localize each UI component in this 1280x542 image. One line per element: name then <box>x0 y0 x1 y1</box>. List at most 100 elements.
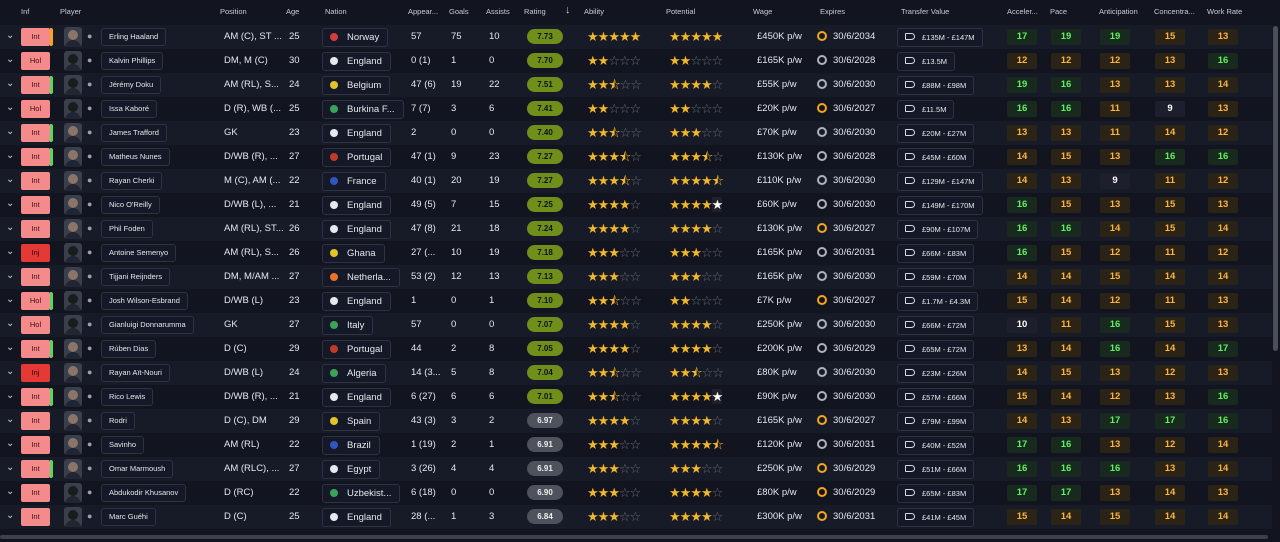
info-badge[interactable]: Int <box>21 148 50 166</box>
avatar[interactable] <box>64 123 82 143</box>
info-badge[interactable]: Inj <box>21 244 50 262</box>
col-player[interactable]: Player <box>60 7 81 16</box>
player-name[interactable]: Tijjani Reijnders <box>101 268 171 286</box>
info-badge[interactable]: Int <box>21 340 50 358</box>
col-rating[interactable]: Rating <box>524 7 546 16</box>
col-acceleration[interactable]: Acceler... <box>1007 7 1038 16</box>
avatar[interactable] <box>64 243 82 263</box>
info-badge[interactable]: Hol <box>21 292 50 310</box>
table-row[interactable]: ⌄ Int ● James Trafford GK 23 England 2 0 0 7.40 ★★⯪… <box>0 121 1272 145</box>
avatar[interactable] <box>64 27 82 47</box>
player-name[interactable]: Savinho <box>101 436 145 454</box>
avatar[interactable] <box>64 435 82 455</box>
avatar[interactable] <box>64 315 82 335</box>
avatar[interactable] <box>64 363 82 383</box>
table-row[interactable]: ⌄ Int ● Abdukodir Khusanov D (RC) 22 Uzbekist.… <box>0 481 1272 505</box>
chevron-down-icon[interactable]: ⌄ <box>6 151 16 161</box>
table-row[interactable]: ⌄ Int ● Rodri D (C), DM 29 Spain 43 (3) 3 2 6.97 ★★… <box>0 409 1272 433</box>
chevron-down-icon[interactable]: ⌄ <box>6 103 16 113</box>
col-inf[interactable]: Inf <box>21 7 29 16</box>
table-row[interactable]: ⌄ Int ● Erling Haaland AM (C), ST ... 25 Norwa… <box>0 25 1272 49</box>
player-name[interactable]: Erling Haaland <box>101 28 167 46</box>
col-age[interactable]: Age <box>286 7 299 16</box>
chevron-down-icon[interactable]: ⌄ <box>6 199 16 209</box>
col-ability[interactable]: Ability <box>584 7 604 16</box>
table-row[interactable]: ⌄ Int ● Rayan Cherki M (C), AM (... 22 France 4… <box>0 169 1272 193</box>
player-name[interactable]: Jérémy Doku <box>101 76 162 94</box>
chevron-down-icon[interactable]: ⌄ <box>6 127 16 137</box>
info-badge[interactable]: Int <box>21 412 50 430</box>
chevron-down-icon[interactable]: ⌄ <box>6 463 16 473</box>
chevron-down-icon[interactable]: ⌄ <box>6 223 16 233</box>
avatar[interactable] <box>64 291 82 311</box>
info-badge[interactable]: Int <box>21 196 50 214</box>
horizontal-scrollbar[interactable] <box>0 535 1268 539</box>
avatar[interactable] <box>64 339 82 359</box>
player-name[interactable]: Marc Guéhi <box>101 508 156 526</box>
player-name[interactable]: Matheus Nunes <box>101 148 170 166</box>
table-row[interactable]: ⌄ Int ● Omar Marmoush AM (RLC), ... 27 Egypt 3 … <box>0 457 1272 481</box>
player-name[interactable]: Kalvin Phillips <box>101 52 164 70</box>
player-name[interactable]: Omar Marmoush <box>101 460 174 478</box>
chevron-down-icon[interactable]: ⌄ <box>6 271 16 281</box>
col-work-rate[interactable]: Work Rate <box>1207 7 1242 16</box>
info-badge[interactable]: Int <box>21 508 50 526</box>
info-badge[interactable]: Int <box>21 220 50 238</box>
table-row[interactable]: ⌄ Inj ● Rayan Aït-Nouri D/WB (L) 24 Algeria 14 … <box>0 361 1272 385</box>
chevron-down-icon[interactable]: ⌄ <box>6 439 16 449</box>
avatar[interactable] <box>64 195 82 215</box>
avatar[interactable] <box>64 147 82 167</box>
col-goals[interactable]: Goals <box>449 7 469 16</box>
avatar[interactable] <box>64 75 82 95</box>
table-row[interactable]: ⌄ Int ● Nico O'Reilly D/WB (L), ... 21 England… <box>0 193 1272 217</box>
col-position[interactable]: Position <box>220 7 247 16</box>
col-expires[interactable]: Expires <box>820 7 845 16</box>
avatar[interactable] <box>64 267 82 287</box>
player-name[interactable]: Issa Kaboré <box>101 100 158 118</box>
sort-arrow-down-icon[interactable]: ↓ <box>565 4 571 16</box>
player-name[interactable]: Josh Wilson-Esbrand <box>101 292 188 310</box>
avatar[interactable] <box>64 411 82 431</box>
col-pace[interactable]: Pace <box>1050 7 1067 16</box>
table-row[interactable]: ⌄ Int ● Phil Foden AM (RL), ST... 26 England 47… <box>0 217 1272 241</box>
avatar[interactable] <box>64 387 82 407</box>
col-anticipation[interactable]: Anticipation <box>1099 7 1138 16</box>
col-appearances[interactable]: Appear... <box>408 7 438 16</box>
table-row[interactable]: ⌄ Inj ● Antoine Semenyo AM (RL), S... 26 Ghana… <box>0 241 1272 265</box>
chevron-down-icon[interactable]: ⌄ <box>6 319 16 329</box>
info-badge[interactable]: Int <box>21 28 50 46</box>
chevron-down-icon[interactable]: ⌄ <box>6 415 16 425</box>
table-row[interactable]: ⌄ Hol ● Kalvin Phillips DM, M (C) 30 England 0 … <box>0 49 1272 73</box>
chevron-down-icon[interactable]: ⌄ <box>6 247 16 257</box>
avatar[interactable] <box>64 171 82 191</box>
player-name[interactable]: Rúben Dias <box>101 340 157 358</box>
table-row[interactable]: ⌄ Int ● Marc Guéhi D (C) 25 England 28 (... 1 3 6.… <box>0 505 1272 529</box>
table-row[interactable]: ⌄ Int ● Jérémy Doku AM (RL), S... 24 Belgium 47… <box>0 73 1272 97</box>
avatar[interactable] <box>64 507 82 527</box>
table-row[interactable]: ⌄ Int ● Tijjani Reijnders DM, M/AM ... 27 Neth… <box>0 265 1272 289</box>
col-nation[interactable]: Nation <box>325 7 347 16</box>
table-row[interactable]: ⌄ Hol ● Josh Wilson-Esbrand D/WB (L) 23 Englan… <box>0 289 1272 313</box>
chevron-down-icon[interactable]: ⌄ <box>6 295 16 305</box>
player-name[interactable]: Rico Lewis <box>101 388 154 406</box>
avatar[interactable] <box>64 99 82 119</box>
info-badge[interactable]: Int <box>21 268 50 286</box>
table-row[interactable]: ⌄ Hol ● Gianluigi Donnarumma GK 27 Italy 57 0 0 7.… <box>0 313 1272 337</box>
col-assists[interactable]: Assists <box>486 7 510 16</box>
col-transfer-value[interactable]: Transfer Value <box>901 7 949 16</box>
player-name[interactable]: Phil Foden <box>101 220 153 238</box>
table-row[interactable]: ⌄ Int ● Matheus Nunes D/WB (R), ... 27 Portuga… <box>0 145 1272 169</box>
avatar[interactable] <box>64 219 82 239</box>
player-name[interactable]: Abdukodir Khusanov <box>101 484 187 502</box>
avatar[interactable] <box>64 483 82 503</box>
table-row[interactable]: ⌄ Hol ● Issa Kaboré D (R), WB (... 25 Burkina … <box>0 97 1272 121</box>
avatar[interactable] <box>64 459 82 479</box>
info-badge[interactable]: Int <box>21 172 50 190</box>
table-row[interactable]: ⌄ Int ● Rico Lewis D/WB (R), ... 21 England 6 (… <box>0 385 1272 409</box>
info-badge[interactable]: Int <box>21 76 50 94</box>
player-name[interactable]: Rayan Aït-Nouri <box>101 364 170 382</box>
player-name[interactable]: James Trafford <box>101 124 167 142</box>
info-badge[interactable]: Int <box>21 388 50 406</box>
chevron-down-icon[interactable]: ⌄ <box>6 367 16 377</box>
player-name[interactable]: Rodri <box>101 412 135 430</box>
